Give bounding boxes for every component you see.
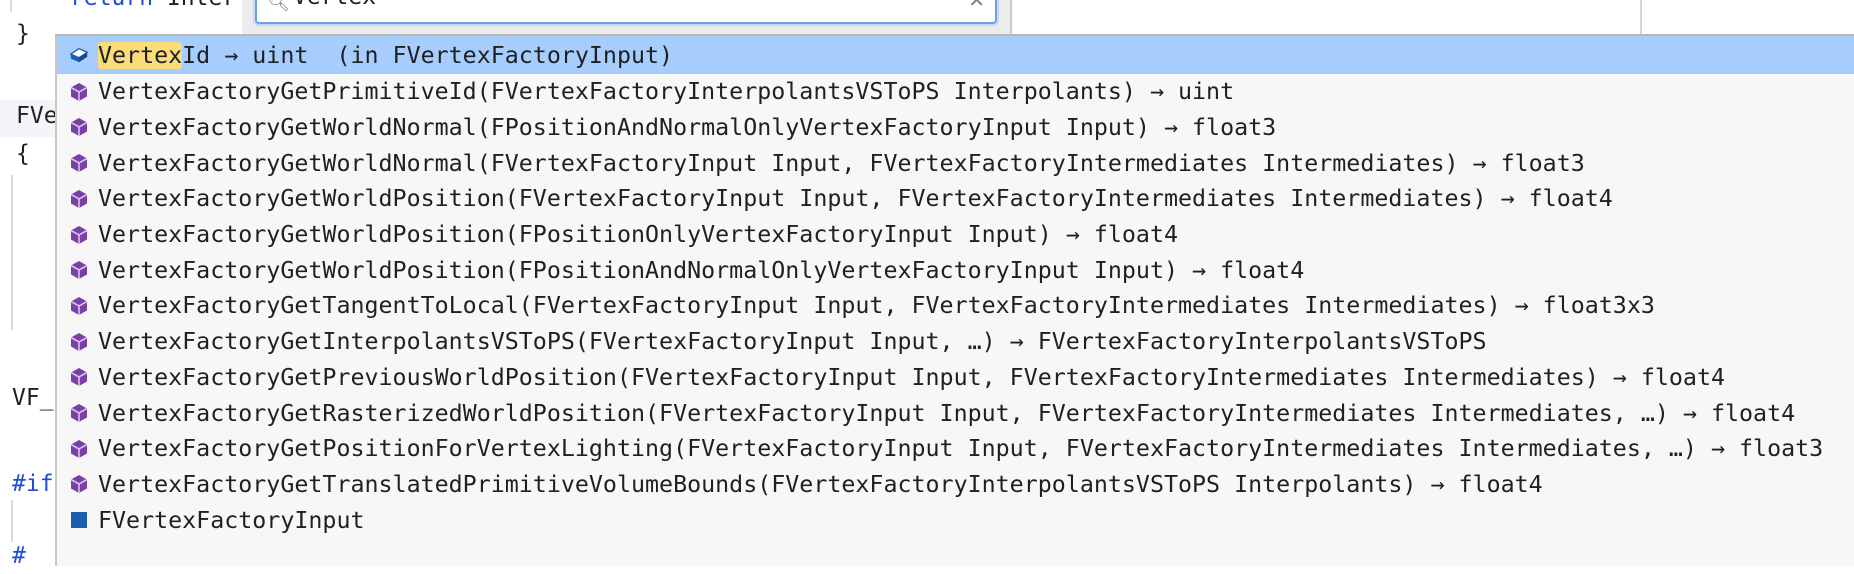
completion-item[interactable]: VertexFactoryGetWorldNormal(FVertexFacto… — [57, 145, 1854, 181]
completion-item[interactable]: VertexFactoryGetWorldPosition(FPositionA… — [57, 252, 1854, 288]
code-line[interactable]: # — [12, 538, 26, 574]
matched-text: Vertex — [98, 221, 183, 248]
method-icon — [69, 439, 89, 459]
completion-item-label: VertexFactoryGetPositionForVertexLightin… — [98, 435, 1823, 462]
matched-text: Vertex — [98, 78, 183, 106]
completion-item[interactable]: VertexFactoryGetRasterizedWorldPosition(… — [57, 395, 1854, 431]
code-line[interactable]: #if — [12, 466, 54, 502]
method-icon — [69, 296, 89, 316]
completion-item[interactable]: VertexFactoryGetWorldPosition(FPositionO… — [57, 217, 1854, 253]
keyword: return — [70, 0, 153, 11]
code-line[interactable]: return Inter — [70, 0, 236, 16]
method-icon — [69, 474, 89, 494]
completion-item-label: VertexId → uint (in FVertexFactoryInput) — [98, 41, 674, 69]
completion-item-signature: FactoryGetRasterizedWorldPosition(FVerte… — [182, 399, 1796, 427]
indent-guide — [10, 0, 12, 12]
completion-item-label: VertexFactoryGetWorldNormal(FVertexFacto… — [98, 150, 1585, 177]
completion-item[interactable]: VertexFactoryGetInterpolantsVSToPS(FVert… — [57, 324, 1854, 360]
completion-item[interactable]: VertexFactoryGetPrimitiveId(FVertexFacto… — [57, 74, 1854, 110]
completion-item[interactable]: VertexFactoryGetTranslatedPrimitiveVolum… — [57, 466, 1854, 502]
indent-guide — [11, 500, 13, 542]
search-value: Vertex — [293, 0, 376, 10]
completion-item-label: VertexFactoryGetWorldPosition(FPositionA… — [98, 257, 1304, 284]
completion-item-label: VertexFactoryGetPreviousWorldPosition(FV… — [98, 364, 1725, 391]
completion-item[interactable]: VertexFactoryGetWorldNormal(FPositionAnd… — [57, 109, 1854, 145]
method-icon — [69, 82, 89, 102]
code-line[interactable]: { — [16, 136, 30, 172]
method-icon — [69, 225, 89, 245]
close-icon[interactable]: ✕ — [968, 0, 985, 12]
completion-item-signature: FactoryGetTangentToLocal(FVertexFactoryI… — [182, 292, 1655, 320]
matched-text: Vertex — [98, 113, 183, 141]
completion-item-signature: Id → uint (in FVertexFactoryInput) — [182, 41, 674, 69]
method-icon — [69, 332, 89, 352]
completion-item-label: VertexFactoryGetTranslatedPrimitiveVolum… — [98, 471, 1543, 498]
completion-item-label: VertexFactoryGetPrimitiveId(FVertexFacto… — [98, 78, 1234, 105]
matched-text: Vertex — [98, 41, 183, 69]
field-icon — [69, 45, 89, 65]
method-icon — [69, 153, 89, 173]
keyword: # — [12, 543, 26, 569]
completion-item-signature: FactoryGetWorldNormal(FVertexFactoryInpu… — [182, 149, 1585, 177]
matched-text: Vertex — [98, 185, 183, 213]
struct-icon — [69, 510, 89, 530]
matched-text: Vertex — [98, 328, 183, 356]
matched-text: Vertex — [98, 363, 183, 391]
completion-item-signature: FactoryGetTranslatedPrimitiveVolumeBound… — [182, 470, 1543, 498]
method-icon — [69, 403, 89, 423]
completion-item-signature: FactoryGetWorldPosition(FVertexFactoryIn… — [182, 185, 1613, 213]
matched-text: Vertex — [98, 149, 183, 177]
completion-item-label: VertexFactoryGetTangentToLocal(FVertexFa… — [98, 292, 1655, 319]
matched-text: Vertex — [98, 256, 183, 284]
method-icon — [69, 367, 89, 387]
completion-item-signature: FactoryGetPositionForVertexLighting(FVer… — [182, 435, 1824, 463]
completion-popup: VertexId → uint (in FVertexFactoryInput)… — [55, 34, 1854, 566]
completion-item[interactable]: VertexFactoryGetWorldPosition(FVertexFac… — [57, 181, 1854, 217]
divider — [1640, 0, 1642, 34]
completion-item-signature: FactoryGetWorldPosition(FPositionAndNorm… — [182, 256, 1305, 284]
completion-item[interactable]: VertexId → uint (in FVertexFactoryInput) — [57, 36, 1854, 74]
keyword: #if — [12, 471, 54, 497]
completion-item-label: VertexFactoryGetInterpolantsVSToPS(FVert… — [98, 328, 1487, 355]
method-icon — [69, 189, 89, 209]
completion-item[interactable]: FVertexFactoryInput — [57, 502, 1854, 538]
search-input[interactable]: 🔍︎ Vertex ✕ — [255, 0, 997, 24]
matched-text: Vertex — [98, 435, 183, 463]
matched-text: Vertex — [98, 399, 183, 427]
code-line[interactable]: FVe — [16, 98, 58, 134]
indent-guide — [11, 175, 13, 330]
matched-text: Vertex — [98, 292, 183, 320]
completion-item-label: VertexFactoryGetWorldPosition(FVertexFac… — [98, 185, 1613, 212]
code-text: Inter — [153, 0, 236, 11]
completion-item-label: VertexFactoryGetWorldPosition(FPositionO… — [98, 221, 1178, 248]
completion-item-label: VertexFactoryGetWorldNormal(FPositionAnd… — [98, 114, 1276, 141]
completion-item-label: VertexFactoryGetRasterizedWorldPosition(… — [98, 400, 1795, 427]
method-icon — [69, 260, 89, 280]
completion-item-signature: FactoryGetPrimitiveId(FVertexFactoryInte… — [182, 78, 1235, 106]
search-icon[interactable]: 🔍︎ — [267, 0, 290, 13]
completion-item-signature: FactoryGetWorldNormal(FPositionAndNormal… — [182, 113, 1277, 141]
completion-item-label: FVertexFactoryInput — [98, 507, 365, 534]
method-icon — [69, 117, 89, 137]
completion-item-signature: FVertexFactoryInput — [98, 506, 365, 534]
matched-text: Vertex — [98, 470, 183, 498]
completion-item[interactable]: VertexFactoryGetPositionForVertexLightin… — [57, 431, 1854, 467]
code-line[interactable]: VF_ — [12, 380, 54, 416]
completion-item-signature: FactoryGetPreviousWorldPosition(FVertexF… — [182, 363, 1726, 391]
completion-item[interactable]: VertexFactoryGetTangentToLocal(FVertexFa… — [57, 288, 1854, 324]
completion-item-signature: FactoryGetWorldPosition(FPositionOnlyVer… — [182, 221, 1178, 248]
code-line[interactable]: } — [16, 16, 30, 52]
completion-item[interactable]: VertexFactoryGetPreviousWorldPosition(FV… — [57, 359, 1854, 395]
completion-item-signature: FactoryGetInterpolantsVSToPS(FVertexFact… — [182, 328, 1487, 356]
